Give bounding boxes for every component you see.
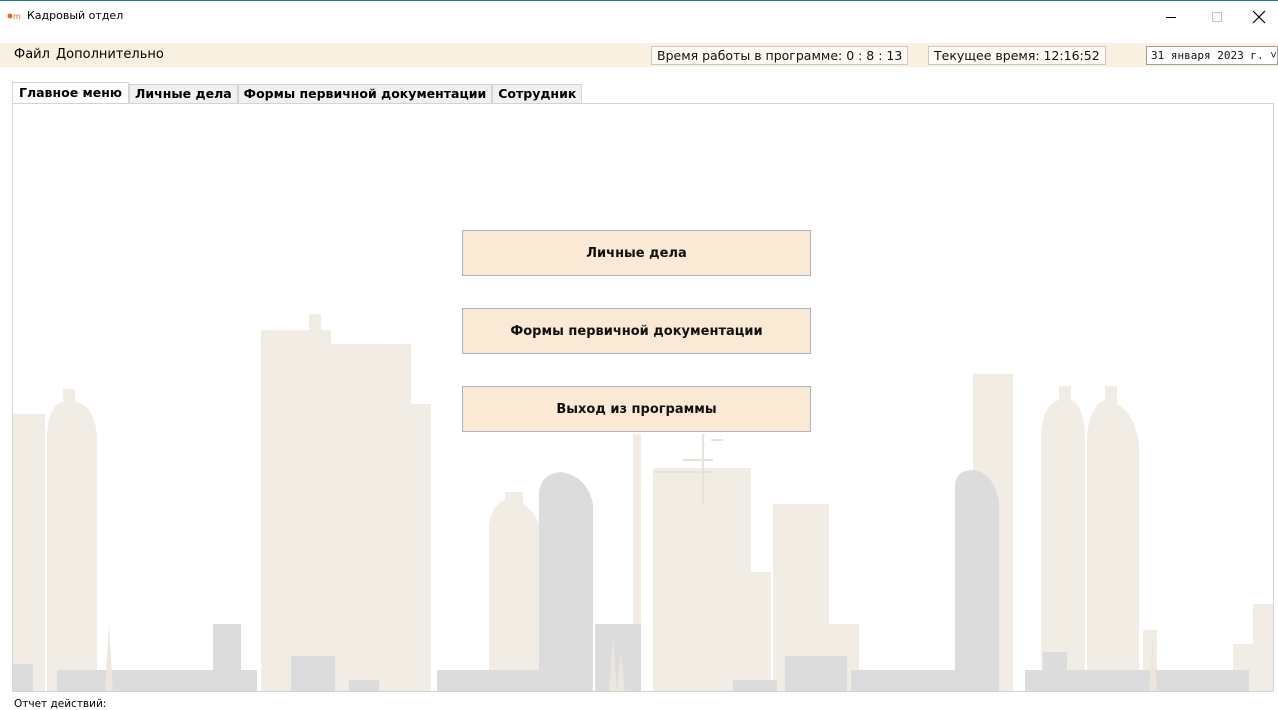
app-window: m Кадровый отдел Файл Дополнительно Врем… bbox=[0, 0, 1278, 710]
maximize-button[interactable] bbox=[1194, 2, 1240, 31]
tab-personal-files[interactable]: Личные дела bbox=[129, 84, 238, 104]
app-logo-icon: m bbox=[7, 12, 21, 21]
window-title: Кадровый отдел bbox=[27, 9, 124, 22]
menu-file[interactable]: Файл bbox=[14, 47, 50, 62]
menu-extra[interactable]: Дополнительно bbox=[56, 47, 164, 62]
exit-button[interactable]: Выход из программы bbox=[462, 386, 811, 432]
close-icon bbox=[1252, 10, 1266, 23]
current-time-display: Текущее время: 12:16:52 bbox=[928, 46, 1106, 65]
svg-text:m: m bbox=[13, 12, 21, 21]
maximize-icon bbox=[1212, 11, 1222, 22]
minimize-icon bbox=[1166, 16, 1176, 18]
tab-main-menu[interactable]: Главное меню bbox=[12, 82, 130, 105]
tab-primary-docs[interactable]: Формы первичной документации bbox=[237, 84, 493, 104]
work-time-display: Время работы в программе: 0 : 8 : 13 bbox=[651, 46, 909, 65]
action-log-label: Отчет действий: bbox=[14, 698, 107, 710]
main-menu-panel: Личные дела Формы первичной документации… bbox=[12, 103, 1274, 692]
tab-employee[interactable]: Сотрудник bbox=[492, 84, 583, 104]
minimize-button[interactable] bbox=[1148, 2, 1194, 31]
menu-bar: Файл Дополнительно Время работы в програ… bbox=[0, 43, 1278, 67]
tab-strip: Главное меню Личные дела Формы первичной… bbox=[12, 82, 583, 105]
title-bar[interactable]: m Кадровый отдел bbox=[0, 2, 1278, 31]
close-button[interactable] bbox=[1240, 2, 1278, 31]
personal-files-button[interactable]: Личные дела bbox=[462, 230, 811, 276]
primary-docs-button[interactable]: Формы первичной документации bbox=[462, 308, 811, 354]
date-picker[interactable]: 31 января 2023 г. ˅ bbox=[1146, 46, 1278, 65]
